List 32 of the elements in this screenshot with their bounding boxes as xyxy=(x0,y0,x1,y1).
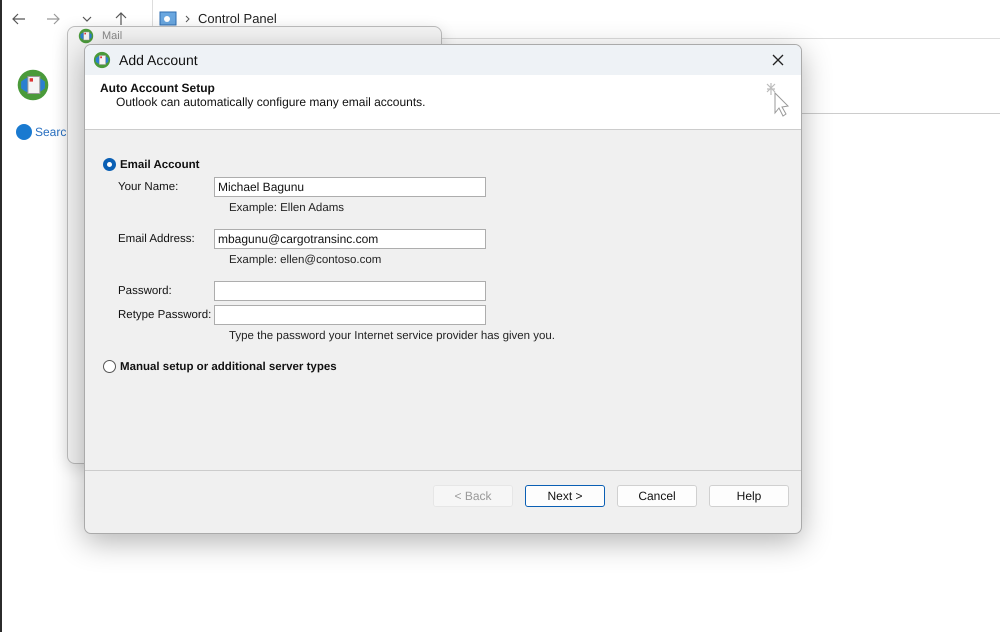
cursor-sparkle-icon xyxy=(765,81,791,117)
chevron-down-icon[interactable] xyxy=(82,16,92,22)
input-field[interactable]: Michael Bagunu xyxy=(214,177,486,197)
field-label: Retype Password: xyxy=(118,309,212,321)
field-hint: Example: Ellen Adams xyxy=(228,202,346,214)
up-arrow-icon[interactable] xyxy=(115,12,127,26)
field-label: Email Address: xyxy=(118,233,196,245)
mail-globe-icon xyxy=(93,51,111,69)
field-hint: Example: ellen@contoso.com xyxy=(228,254,382,266)
input-field[interactable] xyxy=(214,305,486,325)
input-field[interactable]: mbagunu@cargotransinc.com xyxy=(214,229,486,249)
radio-label[interactable]: Manual setup or additional server types xyxy=(120,360,337,372)
forward-arrow-icon[interactable] xyxy=(46,13,60,25)
dialog-button[interactable]: Cancel xyxy=(617,485,697,507)
mail-globe-icon xyxy=(16,68,50,102)
dialog-button[interactable]: Next > xyxy=(525,485,605,507)
breadcrumb[interactable]: Control Panel xyxy=(198,11,277,26)
radio-label[interactable]: Email Account xyxy=(120,158,200,170)
close-icon xyxy=(772,54,784,66)
field-hint: Type the password your Internet service provider has given you. xyxy=(228,330,556,342)
back-arrow-icon[interactable] xyxy=(12,13,26,25)
field-label: Your Name: xyxy=(118,181,180,193)
field-label: Password: xyxy=(118,285,173,297)
chevron-right-icon xyxy=(185,14,190,22)
window-title: Add Account xyxy=(119,52,199,68)
radio-button[interactable] xyxy=(103,158,116,171)
window-title: Mail xyxy=(102,30,122,42)
section-subtitle: Outlook can automatically configure many email accounts. xyxy=(115,95,426,109)
dialog-button[interactable]: Help xyxy=(709,485,789,507)
input-field[interactable] xyxy=(214,281,486,301)
section-title: Auto Account Setup xyxy=(100,81,216,95)
radio-button[interactable] xyxy=(103,360,116,373)
